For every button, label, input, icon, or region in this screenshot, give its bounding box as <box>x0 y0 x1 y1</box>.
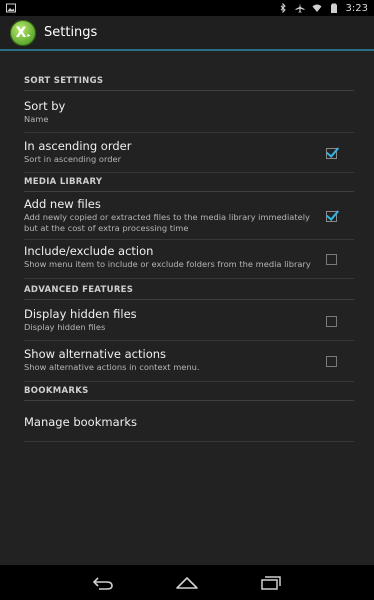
app-logo-icon[interactable]: X ▸ <box>10 19 36 46</box>
settings-list: SORT SETTINGS Sort by Name In ascending … <box>0 51 374 565</box>
pref-summary: Show alternative actions in context menu… <box>24 362 200 372</box>
pref-summary: Show menu item to include or exclude fol… <box>24 259 311 269</box>
pref-title: Manage bookmarks <box>24 415 137 429</box>
pref-manage-bookmarks[interactable]: Manage bookmarks <box>24 403 354 442</box>
status-bar: 3:23 <box>0 0 374 16</box>
bluetooth-icon <box>280 3 286 13</box>
battery-icon <box>330 3 337 13</box>
add-new-files-checkbox[interactable] <box>326 211 337 222</box>
pref-summary: Name <box>24 114 49 124</box>
pref-include-exclude[interactable]: Include/exclude action Show menu item to… <box>24 240 354 279</box>
action-bar: X ▸ Settings <box>0 16 374 51</box>
navigation-bar <box>0 565 374 600</box>
section-header-sort: SORT SETTINGS <box>24 76 354 91</box>
wifi-icon <box>312 4 322 12</box>
recents-icon[interactable] <box>259 575 283 591</box>
pref-title: Sort by <box>24 99 66 113</box>
pref-title: Add new files <box>24 197 101 211</box>
pref-title: In ascending order <box>24 139 132 153</box>
pref-title: Show alternative actions <box>24 347 167 361</box>
pref-summary: Sort in ascending order <box>24 154 122 164</box>
pref-alternative-actions[interactable]: Show alternative actions Show alternativ… <box>24 341 354 382</box>
section-header-bookmarks: BOOKMARKS <box>24 386 354 401</box>
pref-summary: Display hidden files <box>24 322 106 332</box>
page-title: Settings <box>44 25 98 40</box>
ascending-checkbox[interactable] <box>326 147 337 159</box>
pref-title: Include/exclude action <box>24 244 154 258</box>
home-icon[interactable] <box>175 575 199 591</box>
pref-ascending-order[interactable]: In ascending order Sort in ascending ord… <box>24 133 354 173</box>
section-header-media: MEDIA LIBRARY <box>24 177 354 192</box>
app-logo-letter: X <box>15 24 27 41</box>
alternative-actions-checkbox[interactable] <box>326 356 337 367</box>
back-icon[interactable] <box>91 575 115 591</box>
display-hidden-files-checkbox[interactable] <box>326 316 337 327</box>
pref-add-new-files[interactable]: Add new files Add newly copied or extrac… <box>24 193 354 240</box>
pref-sort-by[interactable]: Sort by Name <box>24 96 354 133</box>
pref-display-hidden-files[interactable]: Display hidden files Display hidden file… <box>24 302 354 341</box>
pref-summary: Add newly copied or extracted files to t… <box>24 212 310 233</box>
status-time: 3:23 <box>345 2 368 14</box>
section-header-advanced: ADVANCED FEATURES <box>24 285 354 300</box>
include-exclude-checkbox[interactable] <box>326 254 337 265</box>
pref-title: Display hidden files <box>24 307 137 321</box>
image-notification-icon <box>6 3 16 13</box>
airplane-mode-icon <box>295 3 305 13</box>
